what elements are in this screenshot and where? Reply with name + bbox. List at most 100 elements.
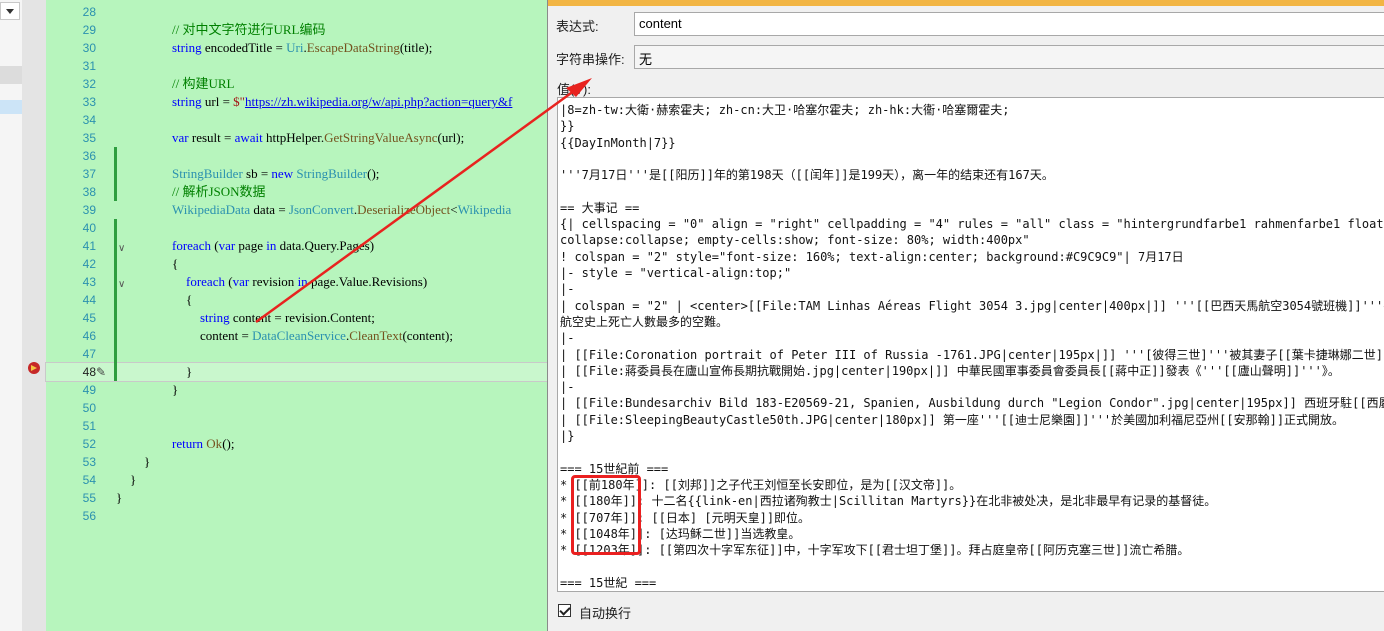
code-token: content = [200,328,253,343]
code-text: } [186,363,192,381]
code-token: $" [233,94,245,109]
code-line[interactable]: 36 [46,147,551,165]
code-token: GetStringValueAsync [324,130,438,145]
breakpoint-current-icon[interactable] [28,362,42,374]
code-line[interactable]: 56 [46,507,551,525]
line-number: 32 [82,77,96,91]
value-line: |- [560,282,575,297]
year-highlight-box [571,474,641,555]
dialog-titlebar [548,0,1384,6]
code-line[interactable]: 38 // 解析JSON数据 [46,183,551,201]
code-line[interactable]: 35 var result = await httpHelper.GetStrin… [46,129,551,147]
line-number: 45 [82,311,96,325]
code-line[interactable]: 45 string content = revision.Content; [46,309,551,327]
code-line[interactable]: 34 [46,111,551,129]
code-token: (title); [399,40,433,55]
code-text: return Ok(); [172,435,234,453]
code-line[interactable]: 49} [46,381,551,399]
line-number: 44 [82,293,96,307]
value-line: | [[File:Bundesarchiv Bild 183-E20569-21… [560,396,1384,411]
value-line: == 大事记 == [560,200,640,215]
code-text: // 解析JSON数据 [172,183,266,201]
line-number: 52 [82,437,96,451]
code-line[interactable]: 37 StringBuilder sb = new StringBuilder()… [46,165,551,183]
code-text: WikipediaData data = JsonConvert.Deseria… [172,201,511,219]
line-number: 56 [82,509,96,523]
code-line[interactable]: 41 ∨ foreach (var page in data.Query.Pages… [46,237,551,255]
line-number: 28 [82,5,96,19]
code-token: content = revision.Content; [229,310,375,325]
value-label: 值(V): [557,82,591,97]
code-text: } [116,489,122,507]
code-line[interactable]: 47 [46,345,551,363]
code-line[interactable]: 51 [46,417,551,435]
code-token: } [130,472,137,487]
code-text: var result = await httpHelper.GetStringV… [172,129,464,147]
code-editor[interactable]: 28 29 // 对中文字符进行URL编码 30 string encodedTitle… [45,0,552,631]
code-line[interactable]: 33 string url = $"https://zh.wikipedia.or… [46,93,551,111]
string-operation-select[interactable]: 无 [634,45,1384,69]
code-line[interactable]: 32 // 构建URL [46,75,551,93]
code-line[interactable]: 43 ∨ foreach (var revision in page.Value.R… [46,273,551,291]
value-line: '''7月17日'''是[[阳历]]年的第198天（[[闰年]]是199天），离… [560,168,1054,183]
code-line[interactable]: 40 [46,219,551,237]
line-number: 55 [82,491,96,505]
value-line: |- [560,380,575,395]
code-token: // 对中文字符进行URL编码 [172,22,326,37]
line-number: 36 [82,149,96,163]
line-number: 53 [82,455,96,469]
code-line[interactable]: 55} [46,489,551,507]
code-line[interactable]: 48 ✎} [45,362,552,382]
code-token: revision [249,274,298,289]
line-number: 37 [82,167,96,181]
value-line: * [[180年]]: 十二名{{link-en|西拉诸殉教士|Scillita… [560,494,1217,509]
code-token: in [297,274,308,289]
code-token: string [200,310,230,325]
scope-dropdown[interactable] [0,2,20,20]
value-line: | [[File:SleepingBeautyCastle50th.JPG|ce… [560,412,1345,427]
code-line[interactable]: 30 string encodedTitle = Uri.EscapeDataSt… [46,39,551,57]
code-line[interactable]: 52 return Ok(); [46,435,551,453]
code-line[interactable]: 39 WikipediaData data = JsonConvert.Deser… [46,201,551,219]
code-token: (url); [437,130,465,145]
code-token: } [144,454,151,469]
code-token: DeserializeObject [357,202,451,217]
code-line[interactable]: 54} [46,471,551,489]
code-line[interactable]: 50 [46,399,551,417]
code-token: (content); [402,328,453,343]
code-line[interactable]: 44 { [46,291,551,309]
line-number: 47 [82,347,96,361]
code-text: } [130,471,136,489]
code-text: } [172,381,178,399]
code-text: string encodedTitle = Uri.EscapeDataStri… [172,39,432,57]
code-token: sb = [242,166,272,181]
code-line[interactable]: 46 content = DataCleanService.CleanText(c… [46,327,551,345]
line-number: 50 [82,401,96,415]
line-number: 43 [82,275,96,289]
value-line: ! colspan = "2" style="font-size: 160%; … [560,249,1184,264]
line-number: 51 [82,419,96,433]
value-line: | [[File:Coronation portrait of Peter II… [560,347,1384,362]
code-token: var [232,274,250,289]
line-number: 41 [82,239,96,253]
code-token: new [271,166,294,181]
value-line: }} [560,119,575,134]
code-line[interactable]: 29 // 对中文字符进行URL编码 [46,21,551,39]
code-token: foreach [172,238,211,253]
expression-input[interactable]: content [634,12,1384,36]
code-line[interactable]: 53} [46,453,551,471]
code-line[interactable]: 28 [46,3,551,21]
value-line: | colspan = "2" | <center>[[File:TAM Lin… [560,298,1384,313]
value-line: * [[1402年]]: [朱棣]在南京登基，是为[[明成祖]] [560,591,858,592]
code-token: JsonConvert [288,202,354,217]
code-token: result = [188,130,235,145]
word-wrap-checkbox[interactable] [558,604,571,617]
line-number: 33 [82,95,96,109]
value-textarea[interactable]: |8=zh-tw:大衛·赫索霍夫; zh-cn:大卫·哈塞尔霍夫; zh-hk:… [557,97,1384,592]
code-token: StringBuilder [296,166,368,181]
code-token: data = [250,202,289,217]
code-line[interactable]: 42 { [46,255,551,273]
code-line[interactable]: 31 [46,57,551,75]
word-wrap-label: 自动换行 [579,606,632,621]
string-operation-label: 字符串操作: [556,52,625,67]
